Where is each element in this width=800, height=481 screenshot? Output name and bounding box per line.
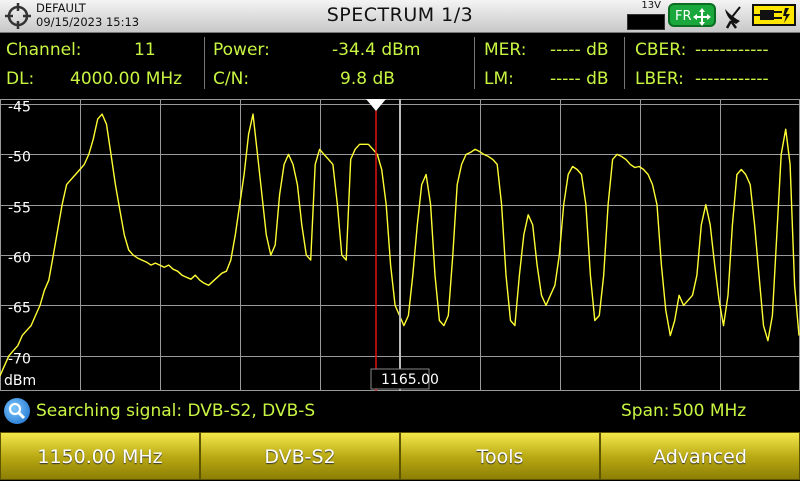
marker-label: 1165.00 [381,372,439,388]
lm-label: LM: [484,69,514,89]
cber-label: CBER: [635,40,687,60]
band-badge-label: FR [675,9,692,24]
tools-softkey[interactable]: Tools [400,432,600,480]
power-label: Power: [213,40,270,60]
channel-value: 11 [134,40,156,60]
status-message: Searching signal: DVB-S2, DVB-S [36,401,316,421]
mer-label: MER: [484,40,527,60]
softkey-bar: 1150.00 MHz DVB-S2 Tools Advanced [0,432,800,480]
y-tick-label: -60 [8,251,31,267]
power-value: -34.4 dBm [332,40,421,60]
standard-softkey[interactable]: DVB-S2 [200,432,400,480]
lm-value: ----- dB [550,69,609,89]
separator [474,37,475,89]
band-badge[interactable]: FR [668,3,716,27]
dl-label: DL: [6,69,35,89]
dl-value: 4000.00 MHz [70,69,183,89]
cn-value: 9.8 dB [340,69,395,89]
y-tick-label: -50 [8,150,31,166]
measurements-panel: Channel: 11 DL: 4000.00 MHz Power: -34.4… [0,33,800,93]
cber-value: ------------ [695,40,769,60]
cn-label: C/N: [213,69,250,89]
satellite-dish-icon [725,6,741,29]
mer-value: ----- dB [550,40,609,60]
span-value: 500 MHz [672,401,747,421]
voltage-box [627,14,665,30]
spectrum-plot[interactable]: -45-50-55-60-65-70dBm 1165.00 [0,99,800,391]
frequency-softkey[interactable]: 1150.00 MHz [0,432,200,480]
y-tick-label: -55 [8,201,31,217]
search-icon [4,398,30,424]
y-axis-label: dBm [4,373,36,389]
lber-label: LBER: [635,69,684,89]
channel-label: Channel: [6,40,82,60]
y-tick-label: -45 [8,100,31,116]
power-plug-icon [752,4,796,26]
separator [624,37,625,89]
lber-value: ------------ [695,69,769,89]
separator [204,37,205,89]
lnb-voltage-indicator: 13V [627,0,665,30]
top-bar: DEFAULT 09/15/2023 15:13 SPECTRUM 1/3 13… [0,0,800,33]
voltage-label: 13V [641,0,661,11]
y-tick-label: -65 [8,301,31,317]
status-bar: Searching signal: DVB-S2, DVB-S Span: 50… [0,392,800,430]
span-label: Span: [621,401,670,421]
advanced-softkey[interactable]: Advanced [600,432,800,480]
move-arrows-icon [693,8,711,26]
